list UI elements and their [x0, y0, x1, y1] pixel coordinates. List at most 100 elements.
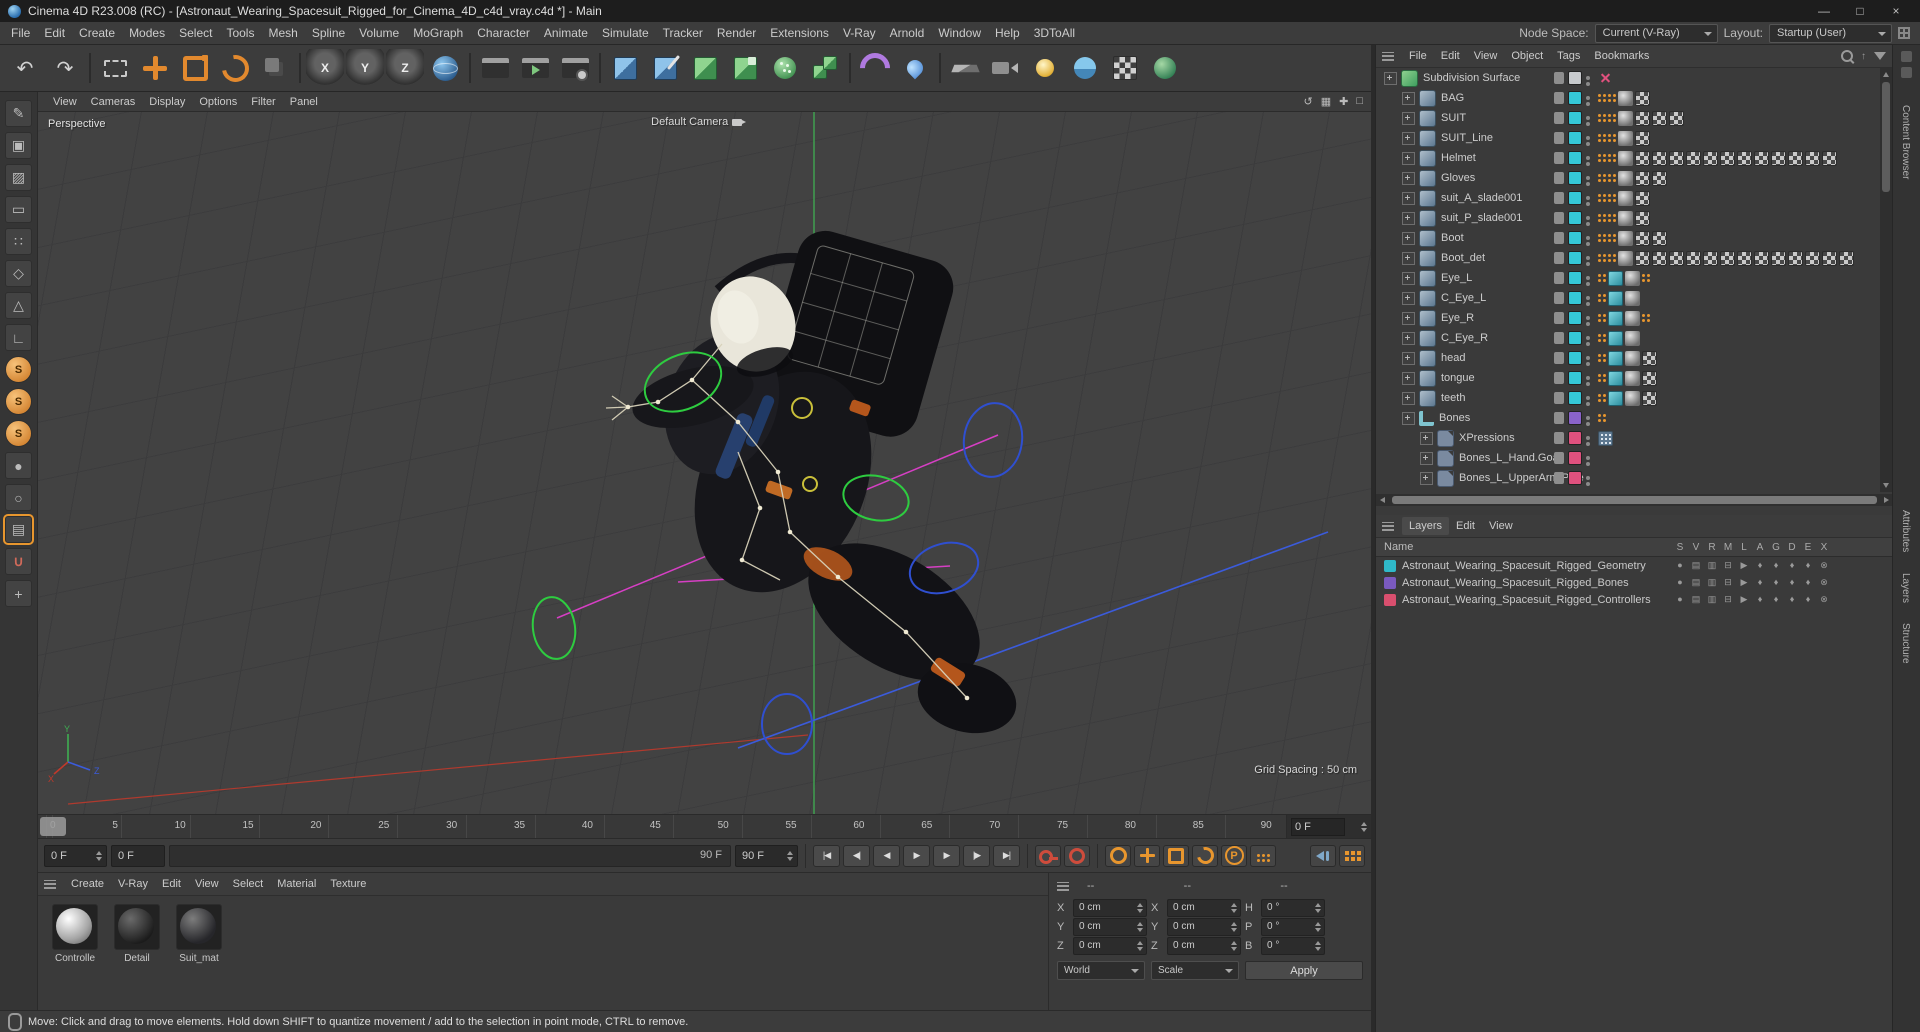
coord-mode-dropdown[interactable]: World	[1057, 961, 1145, 980]
material-menu-item[interactable]: V-Ray	[111, 875, 155, 893]
viewport-menu-item[interactable]: Cameras	[84, 94, 143, 110]
separator[interactable]	[849, 53, 851, 83]
tag-icon[interactable]	[1625, 290, 1640, 306]
object-menu-item[interactable]: Object	[1504, 47, 1550, 65]
tag-icon[interactable]	[1598, 331, 1606, 346]
tag-icon[interactable]	[1618, 190, 1633, 206]
object-name[interactable]: Bones_L_Hand.Goal	[1459, 452, 1561, 464]
tag-icon[interactable]	[1635, 110, 1650, 126]
tag-icon[interactable]	[1703, 250, 1718, 266]
expand-icon[interactable]	[1420, 451, 1433, 465]
view-grid-icon[interactable]: ▦	[1321, 95, 1331, 108]
position-field[interactable]	[1073, 898, 1147, 917]
sound-toggle[interactable]	[1310, 844, 1336, 867]
layer-flag-icon[interactable]: ♦	[1768, 594, 1784, 605]
field-object[interactable]	[896, 49, 934, 87]
tag-icon[interactable]	[1822, 150, 1837, 166]
display-color-swatch[interactable]	[1568, 311, 1582, 325]
material-item[interactable]: Detail	[112, 904, 162, 964]
floor-object[interactable]	[946, 49, 984, 87]
expand-icon[interactable]	[1402, 271, 1415, 285]
rotation-field[interactable]	[1261, 917, 1325, 936]
layer-flag-icon[interactable]: ●	[1672, 577, 1688, 588]
layer-flag-icon[interactable]: ♦	[1752, 594, 1768, 605]
visibility-dots[interactable]	[1586, 316, 1590, 320]
object-name[interactable]: head	[1441, 352, 1465, 364]
object-row[interactable]: XPressions	[1376, 428, 1881, 448]
layer-name[interactable]: Astronaut_Wearing_Spacesuit_Rigged_Bones	[1402, 577, 1672, 589]
simulation-sphere-3[interactable]: S	[5, 420, 32, 447]
render-view[interactable]	[476, 49, 514, 87]
expand-icon[interactable]	[1402, 131, 1415, 145]
layer-flag-icon[interactable]: ♦	[1784, 577, 1800, 588]
expand-icon[interactable]	[1402, 151, 1415, 165]
tag-icon[interactable]	[1608, 231, 1616, 246]
expand-icon[interactable]	[1420, 431, 1433, 445]
hamburger-icon[interactable]	[1382, 521, 1394, 531]
up-arrow-icon[interactable]: ↑	[1861, 51, 1866, 62]
menu-item[interactable]: Render	[710, 23, 763, 43]
tag-icon[interactable]	[1805, 150, 1820, 166]
cloner-generator[interactable]	[766, 49, 804, 87]
apply-button[interactable]: Apply	[1245, 961, 1363, 980]
tag-icon[interactable]	[1608, 390, 1623, 406]
layer-row[interactable]: Astronaut_Wearing_Spacesuit_Rigged_Bones…	[1376, 574, 1893, 591]
position-header[interactable]: --	[1073, 880, 1170, 892]
layer-chip[interactable]	[1554, 332, 1564, 344]
timeline-track[interactable]: 051015202530354045505560657075808590	[38, 815, 1287, 838]
display-color-swatch[interactable]	[1568, 411, 1582, 425]
object-row[interactable]: Helmet	[1376, 148, 1881, 168]
object-row[interactable]: tongue	[1376, 368, 1881, 388]
spinner-icon[interactable]	[1315, 941, 1321, 951]
polygons-mode[interactable]: △	[5, 292, 32, 319]
visibility-dots[interactable]	[1586, 296, 1590, 300]
interface-grid-icon[interactable]	[1898, 27, 1910, 39]
layer-row[interactable]: Astronaut_Wearing_Spacesuit_Rigged_Geome…	[1376, 557, 1893, 574]
spinner-icon[interactable]	[1137, 922, 1143, 932]
viewport-menu-item[interactable]: Filter	[244, 94, 282, 110]
display-color-swatch[interactable]	[1568, 471, 1582, 485]
tag-icon[interactable]	[1635, 210, 1650, 226]
tag-icon[interactable]	[1642, 350, 1657, 366]
view-undo-icon[interactable]: ↺	[1304, 95, 1313, 108]
tag-icon[interactable]	[1618, 230, 1633, 246]
layer-name[interactable]: Astronaut_Wearing_Spacesuit_Rigged_Contr…	[1402, 594, 1672, 606]
visibility-dots[interactable]	[1586, 116, 1590, 120]
tag-icon[interactable]	[1608, 211, 1616, 226]
layer-chip[interactable]	[1554, 412, 1564, 424]
layer-chip[interactable]	[1554, 92, 1564, 104]
tag-icon[interactable]	[1635, 190, 1650, 206]
tag-icon[interactable]	[1598, 351, 1606, 366]
layer-flag-icon[interactable]: ♦	[1800, 594, 1816, 605]
layer-chip[interactable]	[1554, 452, 1564, 464]
tag-icon[interactable]	[1618, 250, 1633, 266]
rotation-header[interactable]: --	[1266, 880, 1363, 892]
expand-icon[interactable]	[1402, 351, 1415, 365]
object-name[interactable]: C_Eye_L	[1441, 292, 1486, 304]
tag-icon[interactable]	[1598, 430, 1613, 446]
object-name[interactable]: Bones_L_UpperArm.Pole	[1459, 472, 1584, 484]
tag-icon[interactable]	[1635, 250, 1650, 266]
expand-icon[interactable]	[1402, 251, 1415, 265]
next-frame-button[interactable]: ▶	[933, 844, 960, 867]
expand-icon[interactable]	[1402, 331, 1415, 345]
render-picture-viewer[interactable]	[516, 49, 554, 87]
visibility-dots[interactable]	[1586, 416, 1590, 420]
menu-item[interactable]: Edit	[37, 23, 72, 43]
layer-flag-icon[interactable]: ♦	[1784, 560, 1800, 571]
autokey-button[interactable]	[1064, 844, 1090, 867]
tag-icon[interactable]	[1598, 291, 1606, 306]
display-color-swatch[interactable]	[1568, 111, 1582, 125]
layer-row[interactable]: Astronaut_Wearing_Spacesuit_Rigged_Contr…	[1376, 591, 1893, 608]
menu-item[interactable]: Tools	[219, 23, 261, 43]
layer-flag-icon[interactable]: ●	[1672, 560, 1688, 571]
node-space-dropdown[interactable]: Current (V-Ray)	[1594, 23, 1718, 43]
material-preview[interactable]	[114, 904, 160, 950]
play-button[interactable]: ▶	[903, 844, 930, 867]
scene-3d[interactable]	[38, 112, 1371, 814]
tag-icon[interactable]	[1598, 111, 1606, 126]
spinner-icon[interactable]	[1231, 941, 1237, 951]
visibility-dots[interactable]	[1586, 156, 1590, 160]
layer-flag-icon[interactable]: ⊟	[1720, 594, 1736, 605]
tag-icon[interactable]	[1635, 130, 1650, 146]
